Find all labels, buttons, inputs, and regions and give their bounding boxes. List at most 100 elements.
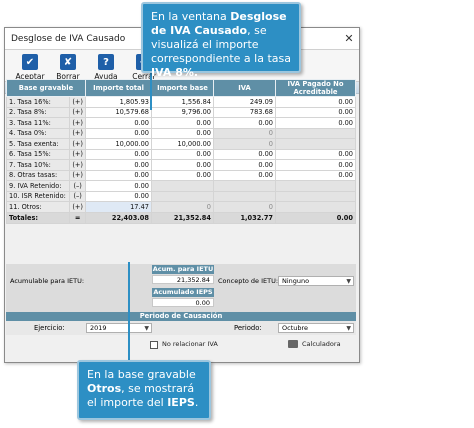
row-base[interactable]: 0.00 <box>151 169 214 181</box>
col-iva: IVA <box>213 79 276 97</box>
top-callout-bold-2: IVA 8%. <box>151 66 199 79</box>
row-total[interactable]: 0.00 <box>85 159 152 171</box>
row-total[interactable]: 10,000.00 <box>85 138 152 150</box>
row-base[interactable]: 0.00 <box>151 159 214 171</box>
row-base[interactable]: 10,000.00 <box>151 138 214 150</box>
table-row: 3. Tasa 11%: (+) 0.00 0.00 0.00 0.00 <box>5 117 356 129</box>
row-iva[interactable]: 249.09 <box>213 96 276 108</box>
row-total[interactable]: 0.00 <box>85 148 152 160</box>
row-iva[interactable] <box>213 190 276 202</box>
erase-button[interactable]: ✘ Borrar <box>51 51 85 81</box>
row-iva[interactable]: 0.00 <box>213 159 276 171</box>
row-iva[interactable]: 0 <box>213 138 276 150</box>
row-iva[interactable]: 0.00 <box>213 169 276 181</box>
acum-ietu-value[interactable]: 21,352.84 <box>152 275 214 284</box>
row-sign: (+) <box>69 201 86 213</box>
periodo-header: Periodo de Causación <box>6 312 356 321</box>
periodo-label: Periodo: <box>234 324 262 332</box>
row-total[interactable]: 0.00 <box>85 180 152 192</box>
totals-sign: = <box>69 211 86 224</box>
row-iva-na[interactable] <box>275 190 356 202</box>
row-total[interactable]: 0.00 <box>85 190 152 202</box>
row-sign: (+) <box>69 169 86 181</box>
row-iva-na[interactable] <box>275 201 356 213</box>
acum-ietu-label: Acumulable para IETU: <box>10 277 85 285</box>
row-total[interactable]: 0.00 <box>85 127 152 139</box>
row-label: 10. ISR Retenido: <box>5 190 71 202</box>
row-iva-na[interactable]: 0.00 <box>275 106 356 118</box>
status-bar: No relacionar IVA Calculadora <box>4 339 360 352</box>
row-label: 1. Tasa 16%: <box>5 96 71 108</box>
row-iva[interactable]: 0 <box>213 127 276 139</box>
table-row: 4. Tasa 0%: (+) 0.00 0.00 0 <box>5 127 356 139</box>
close-icon[interactable]: ✕ <box>339 32 359 45</box>
table-row: 5. Tasa exenta: (+) 10,000.00 10,000.00 0 <box>5 138 356 150</box>
col-iva-no-acreditable: IVA Pagado No Acreditable <box>275 79 356 97</box>
table-row: 1. Tasa 16%: (+) 1,805.93 1,556.84 249.09 0.0… <box>5 96 356 108</box>
periodo-row: Ejercicio: 2019 ▼ Periodo: Octubre ▼ <box>6 321 356 335</box>
row-label: 9. IVA Retenido: <box>5 180 71 192</box>
row-label: 6. Tasa 15%: <box>5 148 71 160</box>
row-iva[interactable]: 0 <box>213 201 276 213</box>
ieps-header: Acumulado IEPS <box>152 288 214 297</box>
row-iva-na[interactable]: 0.00 <box>275 117 356 129</box>
periodo-select[interactable]: Octubre ▼ <box>278 323 354 333</box>
row-iva-na[interactable]: 0.00 <box>275 96 356 108</box>
bottom-callout-bold-2: IEPS <box>167 396 195 409</box>
concepto-ietu-select[interactable]: Ninguno ▼ <box>278 276 354 286</box>
chevron-down-icon: ▼ <box>346 325 351 332</box>
row-iva[interactable] <box>213 180 276 192</box>
ieps-value[interactable]: 0.00 <box>152 298 214 307</box>
row-base[interactable] <box>151 180 214 192</box>
concepto-ietu-label: Concepto de IETU: <box>218 277 279 285</box>
row-label: 4. Tasa 0%: <box>5 127 71 139</box>
table-row: 6. Tasa 15%: (+) 0.00 0.00 0.00 0.00 <box>5 148 356 160</box>
row-iva[interactable]: 0.00 <box>213 117 276 129</box>
calculator-label[interactable]: Calculadora <box>302 340 341 348</box>
row-base[interactable]: 1,556.84 <box>151 96 214 108</box>
accept-button[interactable]: ✔ Aceptar <box>13 51 47 81</box>
periodo-value: Octubre <box>282 324 309 332</box>
totals-row: Totales: = 22,403.08 21,352.84 1,032.77 … <box>5 211 356 224</box>
ejercicio-select[interactable]: 2019 ▼ <box>86 323 152 333</box>
row-total[interactable]: 0.00 <box>85 117 152 129</box>
row-iva[interactable]: 0.00 <box>213 148 276 160</box>
row-iva-na[interactable]: 0.00 <box>275 169 356 181</box>
row-base[interactable]: 0.00 <box>151 117 214 129</box>
row-base[interactable] <box>151 190 214 202</box>
row-iva[interactable]: 783.68 <box>213 106 276 118</box>
bottom-callout-text-1: En la base gravable <box>87 368 196 381</box>
calculator-icon[interactable] <box>288 340 298 348</box>
acum-ietu-header: Acum. para IETU <box>152 265 214 274</box>
row-total[interactable]: 0.00 <box>85 169 152 181</box>
row-sign: (+) <box>69 148 86 160</box>
erase-icon: ✘ <box>60 54 76 70</box>
totals-iva-na: 0.00 <box>275 211 356 224</box>
bottom-callout-bold-1: Otros <box>87 382 122 395</box>
top-callout: En la ventana Desglose de IVA Causado, s… <box>141 2 301 79</box>
no-relacionar-checkbox[interactable] <box>150 341 158 349</box>
row-base[interactable]: 9,796.00 <box>151 106 214 118</box>
row-iva-na[interactable]: 0.00 <box>275 148 356 160</box>
help-icon: ? <box>98 54 114 70</box>
row-base[interactable]: 0 <box>151 201 214 213</box>
row-sign: (+) <box>69 159 86 171</box>
totals-total: 22,403.08 <box>85 211 152 224</box>
help-button[interactable]: ? Ayuda <box>89 51 123 81</box>
col-importe-base: Importe base <box>151 79 214 97</box>
row-iva-na[interactable] <box>275 127 356 139</box>
row-base[interactable]: 0.00 <box>151 127 214 139</box>
row-iva-na[interactable] <box>275 180 356 192</box>
row-base[interactable]: 0.00 <box>151 148 214 160</box>
table-row: 2. Tasa 8%: (+) 10,579.68 9,796.00 783.68 0.0… <box>5 106 356 118</box>
row-iva-na[interactable] <box>275 138 356 150</box>
table-row: 11. Otros: (+) 17.47 0 0 <box>5 201 356 213</box>
row-sign: (+) <box>69 106 86 118</box>
row-total[interactable]: 17.47 <box>85 201 152 213</box>
row-sign: (–) <box>69 190 86 202</box>
row-total[interactable]: 1,805.93 <box>85 96 152 108</box>
row-label: 3. Tasa 11%: <box>5 117 71 129</box>
row-total[interactable]: 10,579.68 <box>85 106 152 118</box>
totals-iva: 1,032.77 <box>213 211 276 224</box>
row-iva-na[interactable]: 0.00 <box>275 159 356 171</box>
